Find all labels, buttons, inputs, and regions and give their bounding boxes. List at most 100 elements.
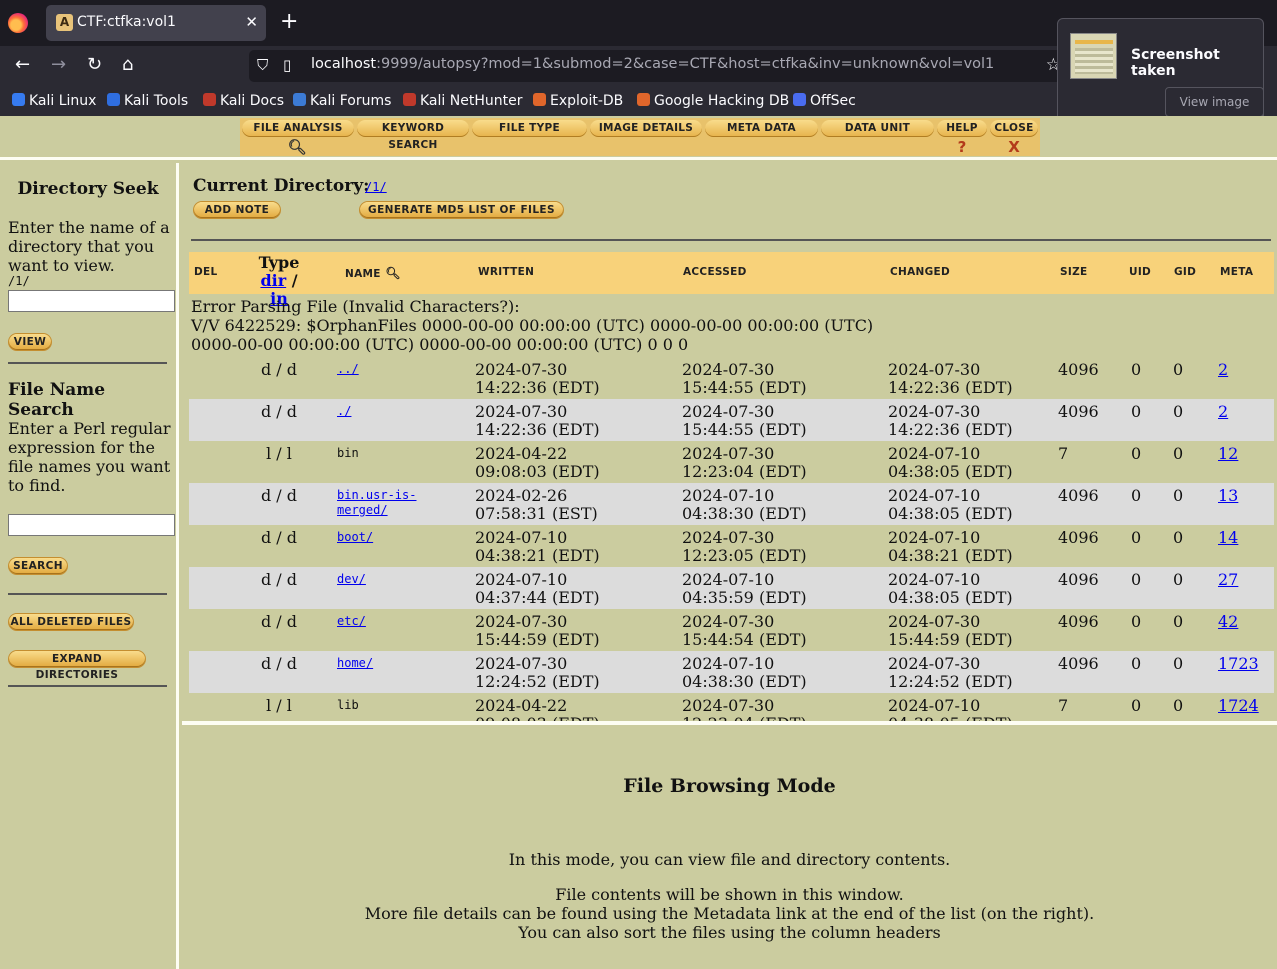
header-changed[interactable]: Changed [890, 266, 950, 278]
directory-seek-current: /1/ [8, 274, 30, 288]
bookmark-kali-linux[interactable]: Kali Linux [12, 93, 96, 109]
menu-strip: File Analysis 🔍︎ Keyword Search File Typ… [240, 118, 1040, 156]
view-image-button[interactable]: View image [1165, 87, 1264, 117]
add-note-button[interactable]: Add Note [194, 202, 280, 218]
cell-uid: 0 [1131, 402, 1142, 421]
cell-meta-link[interactable]: 14 [1218, 529, 1238, 547]
current-directory-link[interactable]: /1/ [365, 180, 387, 194]
directory-seek-description: Enter the name of a directory that you w… [8, 218, 170, 275]
cell-changed: 2024-07-30 15:44:59 (EDT) [888, 612, 1013, 649]
table-row: d / d dev/4096 0 0 27 2024-07-10 04:37:44 (EDT… [189, 567, 1274, 609]
cell-type: d / d [260, 570, 298, 589]
cell-uid: 0 [1131, 360, 1142, 379]
kali-tools-icon [107, 93, 120, 106]
cell-changed: 2024-07-10 04:38:05 (EDT) [888, 444, 1013, 481]
generate-md5-button[interactable]: Generate MD5 List of Files [360, 202, 563, 218]
header-name[interactable]: Name 🔍︎ [345, 266, 401, 280]
expand-directories-button[interactable]: Expand Directories [9, 651, 145, 681]
bookmark-exploit-db[interactable]: Exploit-DB [533, 93, 623, 109]
new-tab-button[interactable]: + [280, 10, 298, 34]
bookmark-kali-forums[interactable]: Kali Forums [293, 93, 391, 109]
menu-data-unit[interactable]: Data Unit [821, 120, 934, 137]
header-written[interactable]: Written [478, 266, 534, 278]
cell-written: 2024-07-30 12:24:52 (EDT) [475, 654, 600, 691]
bookmark-kali-tools[interactable]: Kali Tools [107, 93, 188, 109]
all-deleted-files-button[interactable]: All Deleted Files [9, 614, 133, 630]
url-text[interactable]: localhost:9999/autopsy?mod=1&submod=2&ca… [311, 56, 994, 72]
page-info-icon[interactable]: ▯ [283, 56, 291, 74]
menu-file-type[interactable]: File Type [472, 120, 587, 137]
menu-file-analysis[interactable]: File Analysis [242, 120, 354, 137]
menu-image-details[interactable]: Image Details [590, 120, 702, 137]
cell-accessed: 2024-07-10 04:35:59 (EDT) [682, 570, 807, 607]
cell-name[interactable]: home/ [337, 656, 373, 671]
search-button[interactable]: Search [9, 558, 67, 574]
menu-keyword-search[interactable]: Keyword Search [357, 120, 469, 151]
cell-size: 7 [1058, 444, 1069, 463]
view-button[interactable]: View [9, 334, 51, 350]
header-accessed[interactable]: Accessed [683, 266, 747, 278]
info-line: File contents will be shown in this wind… [555, 885, 904, 904]
cell-uid: 0 [1131, 486, 1142, 505]
close-icon[interactable]: X [990, 138, 1038, 156]
listing-header-row: Del Type dir / in Name 🔍︎ Written Access… [189, 252, 1274, 308]
header-size[interactable]: Size [1060, 266, 1087, 278]
cell-name[interactable]: bin.usr-is- merged/ [337, 488, 416, 518]
bookmark-offsec[interactable]: OffSec [793, 93, 856, 109]
directory-input[interactable] [8, 290, 175, 312]
cell-gid: 0 [1173, 444, 1184, 463]
cell-gid: 0 [1173, 486, 1184, 505]
home-icon[interactable]: ⌂ [122, 54, 133, 75]
cell-meta-link[interactable]: 1724 [1218, 697, 1259, 715]
cell-size: 4096 [1058, 360, 1099, 379]
cell-meta-link[interactable]: 27 [1218, 571, 1238, 589]
cell-gid: 0 [1173, 402, 1184, 421]
cell-meta-link[interactable]: 2 [1218, 361, 1228, 379]
cell-name[interactable]: ./ [337, 404, 351, 419]
cell-accessed: 2024-07-30 12:23:04 (EDT) [682, 696, 807, 725]
firefox-menu-icon[interactable] [8, 13, 28, 33]
cell-changed: 2024-07-10 04:38:05 (EDT) [888, 570, 1013, 607]
bookmark-kali-nethunter[interactable]: Kali NetHunter [403, 93, 522, 109]
menu-close[interactable]: Close [990, 120, 1038, 137]
back-icon[interactable]: ← [15, 54, 30, 75]
reload-icon[interactable]: ↻ [87, 54, 102, 75]
autopsy-menu-bar: File Analysis 🔍︎ Keyword Search File Typ… [0, 116, 1277, 160]
cell-size: 4096 [1058, 402, 1099, 421]
sort-dir-link[interactable]: dir [260, 271, 286, 290]
url-bar[interactable]: ⛉ ▯ localhost:9999/autopsy?mod=1&submod=… [249, 50, 1069, 82]
tab-title: CTF:ctfka:vol1 [77, 14, 176, 30]
table-row: d / d ./ 4096 0 0 2 2024-07-30 14:22:36 (EDT) 20… [189, 399, 1274, 441]
cell-meta-link[interactable]: 42 [1218, 613, 1238, 631]
cell-written: 2024-02-26 07:58:31 (EST) [475, 486, 598, 523]
divider [191, 239, 1271, 241]
header-uid[interactable]: UID [1129, 266, 1151, 278]
cell-meta-link[interactable]: 13 [1218, 487, 1238, 505]
forward-icon[interactable]: → [51, 54, 66, 75]
toast-title: Screenshot taken [1131, 47, 1220, 79]
cell-uid: 0 [1131, 444, 1142, 463]
browser-tab[interactable]: A CTF:ctfka:vol1 ✕ [46, 5, 266, 41]
menu-meta-data[interactable]: Meta Data [705, 120, 818, 137]
cell-name[interactable]: etc/ [337, 614, 366, 629]
screenshot-thumbnail[interactable] [1070, 33, 1117, 79]
cell-meta-link[interactable]: 2 [1218, 403, 1228, 421]
bookmark-google-hacking-db[interactable]: Google Hacking DB [637, 93, 789, 109]
menu-help[interactable]: Help [937, 120, 987, 137]
cell-uid: 0 [1131, 654, 1142, 673]
tab-close-icon[interactable]: ✕ [245, 13, 258, 31]
table-row: d / d boot/4096 0 0 14 2024-07-10 04:38:21 (ED… [189, 525, 1274, 567]
cell-name[interactable]: boot/ [337, 530, 373, 545]
cell-meta-link[interactable]: 1723 [1218, 655, 1259, 673]
bookmark-kali-docs[interactable]: Kali Docs [203, 93, 284, 109]
help-icon[interactable]: ? [937, 138, 987, 156]
tracking-shield-icon[interactable]: ⛉ [257, 56, 268, 74]
file-name-search-input[interactable] [8, 514, 175, 536]
cell-name[interactable]: dev/ [337, 572, 366, 587]
header-del[interactable]: Del [194, 266, 217, 278]
cell-meta-link[interactable]: 12 [1218, 445, 1238, 463]
header-meta[interactable]: Meta [1220, 266, 1253, 278]
cell-name: lib [337, 698, 359, 712]
cell-name[interactable]: ../ [337, 362, 359, 377]
header-gid[interactable]: GID [1174, 266, 1196, 278]
